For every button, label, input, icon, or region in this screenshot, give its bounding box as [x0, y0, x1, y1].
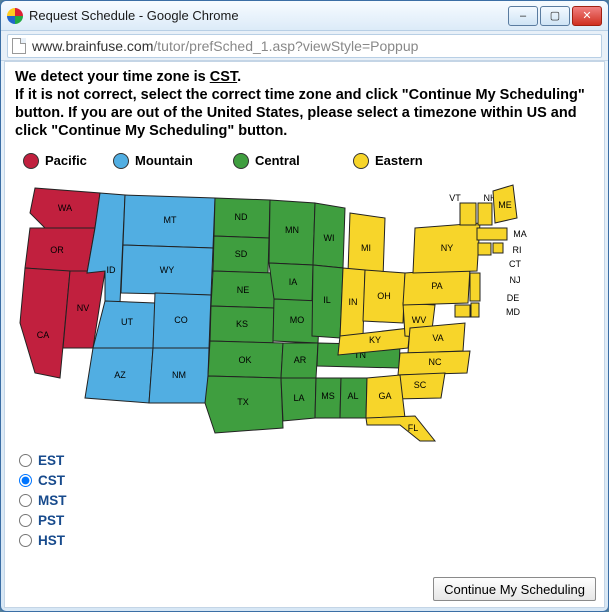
us-timezone-map[interactable]: WA OR CA NV ID MT WY UT CO AZ	[15, 173, 575, 443]
maximize-button[interactable]: ▢	[540, 6, 570, 26]
svg-text:OK: OK	[238, 355, 251, 365]
state-MD[interactable]	[455, 305, 470, 317]
svg-text:PA: PA	[431, 281, 442, 291]
svg-text:IA: IA	[289, 277, 298, 287]
legend-pacific: Pacific	[23, 153, 113, 169]
continue-button[interactable]: Continue My Scheduling	[433, 577, 596, 601]
svg-text:IL: IL	[323, 295, 331, 305]
radio-cst[interactable]: CST	[19, 471, 594, 491]
window-title: Request Schedule - Google Chrome	[29, 8, 508, 23]
radio-mst[interactable]: MST	[19, 491, 594, 511]
svg-text:NJ: NJ	[510, 275, 521, 285]
svg-text:SC: SC	[414, 380, 427, 390]
state-DE[interactable]	[471, 303, 479, 317]
instructions-text: We detect your time zone is CST. If it i…	[15, 68, 594, 141]
svg-text:ID: ID	[107, 265, 117, 275]
state-RI[interactable]	[493, 243, 503, 253]
svg-text:NC: NC	[429, 357, 442, 367]
svg-text:MO: MO	[290, 315, 305, 325]
timezone-radio-group: EST CST MST PST HST	[19, 451, 594, 551]
address-host: www.brainfuse.com	[32, 38, 153, 54]
svg-text:NV: NV	[77, 303, 90, 313]
radio-est-input[interactable]	[19, 454, 32, 467]
svg-text:UT: UT	[121, 317, 133, 327]
svg-text:WY: WY	[160, 265, 175, 275]
swatch-mountain-icon	[113, 153, 129, 169]
svg-text:OR: OR	[50, 245, 64, 255]
swatch-pacific-icon	[23, 153, 39, 169]
radio-mst-label[interactable]: MST	[38, 493, 67, 508]
svg-text:IN: IN	[349, 297, 358, 307]
state-VT[interactable]	[460, 203, 476, 225]
svg-text:NY: NY	[441, 243, 454, 253]
state-MA[interactable]	[477, 228, 507, 240]
svg-text:MA: MA	[513, 229, 527, 239]
svg-text:FL: FL	[408, 423, 419, 433]
state-NH[interactable]	[478, 203, 492, 225]
address-input[interactable]: www.brainfuse.com/tutor/prefSched_1.asp?…	[7, 34, 602, 58]
swatch-central-icon	[233, 153, 249, 169]
svg-text:VT: VT	[449, 193, 461, 203]
radio-est[interactable]: EST	[19, 451, 594, 471]
svg-text:ME: ME	[498, 200, 512, 210]
svg-text:TX: TX	[237, 397, 249, 407]
svg-text:AL: AL	[347, 391, 358, 401]
svg-text:NM: NM	[172, 370, 186, 380]
svg-text:NE: NE	[237, 285, 250, 295]
state-CT[interactable]	[478, 243, 491, 255]
favicon-icon	[7, 8, 23, 24]
page-icon	[12, 38, 26, 54]
svg-text:LA: LA	[293, 393, 304, 403]
radio-est-label[interactable]: EST	[38, 453, 64, 468]
address-path: /tutor/prefSched_1.asp?viewStyle=Poppup	[153, 38, 418, 54]
svg-text:ND: ND	[235, 212, 248, 222]
radio-cst-input[interactable]	[19, 474, 32, 487]
legend-eastern: Eastern	[353, 153, 453, 169]
svg-text:WI: WI	[324, 233, 335, 243]
radio-hst-input[interactable]	[19, 534, 32, 547]
svg-text:MT: MT	[164, 215, 177, 225]
address-bar: www.brainfuse.com/tutor/prefSched_1.asp?…	[1, 31, 608, 61]
timezone-legend: Pacific Mountain Central Eastern	[23, 153, 594, 169]
radio-cst-label[interactable]: CST	[38, 473, 65, 488]
radio-hst-label[interactable]: HST	[38, 533, 65, 548]
state-FL[interactable]	[366, 416, 435, 441]
svg-text:MI: MI	[361, 243, 371, 253]
svg-text:SD: SD	[235, 249, 248, 259]
titlebar: Request Schedule - Google Chrome – ▢ ✕	[1, 1, 608, 31]
svg-text:AR: AR	[294, 355, 307, 365]
svg-text:KS: KS	[236, 319, 248, 329]
svg-text:OH: OH	[377, 291, 391, 301]
minimize-button[interactable]: –	[508, 6, 538, 26]
radio-pst[interactable]: PST	[19, 511, 594, 531]
radio-mst-input[interactable]	[19, 494, 32, 507]
chrome-window: Request Schedule - Google Chrome – ▢ ✕ w…	[0, 0, 609, 612]
svg-text:KY: KY	[369, 335, 381, 345]
svg-text:MD: MD	[506, 307, 520, 317]
svg-text:AZ: AZ	[114, 370, 126, 380]
radio-pst-input[interactable]	[19, 514, 32, 527]
svg-text:CT: CT	[509, 259, 521, 269]
svg-text:WV: WV	[412, 315, 427, 325]
svg-text:RI: RI	[513, 245, 522, 255]
radio-pst-label[interactable]: PST	[38, 513, 64, 528]
svg-text:MS: MS	[321, 391, 335, 401]
svg-text:VA: VA	[432, 333, 443, 343]
swatch-eastern-icon	[353, 153, 369, 169]
page-content: We detect your time zone is CST. If it i…	[4, 61, 605, 608]
svg-text:CO: CO	[174, 315, 188, 325]
svg-text:CA: CA	[37, 330, 50, 340]
radio-hst[interactable]: HST	[19, 531, 594, 551]
legend-mountain: Mountain	[113, 153, 233, 169]
detected-timezone: CST	[210, 69, 237, 85]
close-button[interactable]: ✕	[572, 6, 602, 26]
state-NJ[interactable]	[470, 273, 480, 301]
svg-text:WA: WA	[58, 203, 72, 213]
legend-central: Central	[233, 153, 353, 169]
svg-text:GA: GA	[378, 391, 391, 401]
state-CA[interactable]	[20, 268, 70, 378]
svg-text:DE: DE	[507, 293, 520, 303]
svg-text:MN: MN	[285, 225, 299, 235]
